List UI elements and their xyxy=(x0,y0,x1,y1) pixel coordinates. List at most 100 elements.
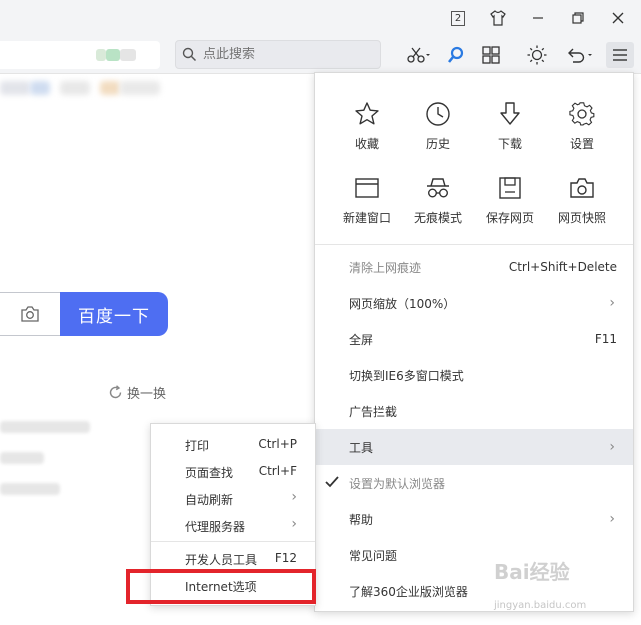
menu-item-shortcut: Ctrl+Shift+Delete xyxy=(508,260,617,274)
highlight-box xyxy=(126,569,316,604)
menu-item-zoom[interactable]: 网页缩放（100%） › xyxy=(315,285,633,321)
camera-icon xyxy=(546,173,618,203)
submenu-item-auto-refresh[interactable]: 自动刷新 › xyxy=(151,485,315,511)
image-search-button[interactable] xyxy=(0,292,60,336)
minimize-icon[interactable] xyxy=(523,5,553,31)
menu-favorites-label: 收藏 xyxy=(354,137,379,151)
menu-item-fullscreen[interactable]: 全屏 F11 xyxy=(315,321,633,357)
menu-divider xyxy=(315,244,633,245)
menu-history[interactable]: 历史 xyxy=(402,99,474,152)
watermark-url: jingyan.baidu.com xyxy=(494,600,587,611)
favorite-blur xyxy=(120,81,160,95)
menu-download[interactable]: 下载 xyxy=(474,99,546,152)
star-icon xyxy=(331,99,403,129)
undo-icon[interactable] xyxy=(562,42,598,68)
refresh-hot-link[interactable]: 换一换 xyxy=(108,383,166,402)
chevron-right-icon: › xyxy=(291,489,297,505)
address-blur xyxy=(106,49,120,61)
menu-snapshot[interactable]: 网页快照 xyxy=(546,173,618,226)
submenu-item-find[interactable]: 页面查找 Ctrl+F xyxy=(151,458,315,484)
camera-icon xyxy=(21,306,39,322)
menu-new-window[interactable]: 新建窗口 xyxy=(331,173,403,226)
main-menu: 收藏 历史 下载 设置 新建窗口 无痕模式 保存网页 网页快照 清除上网痕迹 C… xyxy=(314,72,634,612)
submenu-item-proxy[interactable]: 代理服务器 › xyxy=(151,512,315,538)
menu-item-label: 常见问题 xyxy=(349,548,398,563)
new-window-icon xyxy=(331,173,403,203)
search-input[interactable] xyxy=(203,47,363,62)
menu-item-faq[interactable]: 常见问题 xyxy=(315,537,633,573)
menu-item-clear-history[interactable]: 清除上网痕迹 Ctrl+Shift+Delete xyxy=(315,249,633,285)
hot-item-blur xyxy=(0,421,90,433)
submenu-item-shortcut: Ctrl+P xyxy=(258,437,297,451)
menu-item-label: 切换到IE6多窗口模式 xyxy=(349,368,464,383)
checkmark-icon xyxy=(325,475,339,492)
submenu-item-label: 自动刷新 xyxy=(185,493,234,507)
screenshot-button[interactable] xyxy=(401,42,437,68)
menu-item-set-default[interactable]: 设置为默认浏览器 xyxy=(315,465,633,501)
hot-item-blur xyxy=(0,452,44,464)
save-icon xyxy=(474,173,546,203)
skin-shirt-icon[interactable] xyxy=(483,5,513,31)
close-icon[interactable] xyxy=(603,5,633,31)
baidu-search-button[interactable]: 百度一下 xyxy=(60,292,168,336)
favorite-blur xyxy=(30,81,50,95)
menu-item-tools[interactable]: 工具 › xyxy=(315,429,633,465)
refresh-label: 换一换 xyxy=(127,387,167,402)
menu-item-label: 广告拦截 xyxy=(349,404,398,419)
restore-icon[interactable] xyxy=(563,5,593,31)
apps-grid-icon[interactable] xyxy=(478,42,504,68)
submenu-item-label: 代理服务器 xyxy=(185,520,246,534)
search-icon xyxy=(182,47,197,62)
menu-incognito[interactable]: 无痕模式 xyxy=(402,173,474,226)
menu-item-adblock[interactable]: 广告拦截 xyxy=(315,393,633,429)
clock-icon xyxy=(402,99,474,129)
address-blur xyxy=(120,49,136,61)
favorite-blur xyxy=(0,81,30,95)
favorite-blur xyxy=(60,81,90,95)
submenu-item-label: 页面查找 xyxy=(185,466,234,480)
menu-item-label: 工具 xyxy=(349,440,374,455)
favorites-bar xyxy=(0,75,320,103)
submenu-item-shortcut: F12 xyxy=(274,551,297,565)
gear-icon xyxy=(546,99,618,129)
hot-item-blur xyxy=(0,483,60,495)
submenu-divider xyxy=(151,541,315,542)
refresh-icon xyxy=(109,385,122,399)
menu-item-label: 了解360企业版浏览器 xyxy=(349,584,468,599)
search-box[interactable] xyxy=(175,40,381,69)
search-magnifier-icon[interactable] xyxy=(443,42,469,68)
chevron-right-icon: › xyxy=(609,295,615,311)
chevron-right-icon: › xyxy=(291,516,297,532)
menu-item-label: 全屏 xyxy=(349,332,374,347)
favorite-blur xyxy=(100,81,120,95)
submenu-item-devtools[interactable]: 开发人员工具 F12 xyxy=(151,545,315,571)
brightness-icon[interactable] xyxy=(524,42,550,68)
menu-item-label: 设置为默认浏览器 xyxy=(349,476,446,491)
watermark-logo: Bai经验 xyxy=(494,560,570,584)
menu-item-label: 清除上网痕迹 xyxy=(349,260,422,275)
menu-save-page[interactable]: 保存网页 xyxy=(474,173,546,226)
scissors-icon xyxy=(407,47,430,63)
address-bar[interactable] xyxy=(0,41,160,69)
menu-item-help[interactable]: 帮助 › xyxy=(315,501,633,537)
submenu-item-print[interactable]: 打印 Ctrl+P xyxy=(151,431,315,457)
chevron-right-icon: › xyxy=(609,439,615,455)
menu-settings-label: 设置 xyxy=(569,137,594,151)
submenu-item-shortcut: Ctrl+F xyxy=(258,464,297,478)
menu-new-window-label: 新建窗口 xyxy=(342,211,391,225)
title-bar: 2 xyxy=(0,0,641,36)
menu-snapshot-label: 网页快照 xyxy=(557,211,606,225)
tab-count-button[interactable]: 2 xyxy=(443,5,473,31)
menu-favorites[interactable]: 收藏 xyxy=(331,99,403,152)
menu-history-label: 历史 xyxy=(425,137,450,151)
menu-download-label: 下载 xyxy=(497,137,522,151)
incognito-icon xyxy=(402,173,474,203)
menu-item-label: 帮助 xyxy=(349,512,374,527)
chevron-right-icon: › xyxy=(609,511,615,527)
menu-item-ie6-mode[interactable]: 切换到IE6多窗口模式 xyxy=(315,357,633,393)
menu-save-page-label: 保存网页 xyxy=(485,211,534,225)
download-icon xyxy=(474,99,546,129)
menu-icon[interactable] xyxy=(606,42,634,68)
tab-count-icon: 2 xyxy=(451,10,465,26)
menu-settings[interactable]: 设置 xyxy=(546,99,618,152)
